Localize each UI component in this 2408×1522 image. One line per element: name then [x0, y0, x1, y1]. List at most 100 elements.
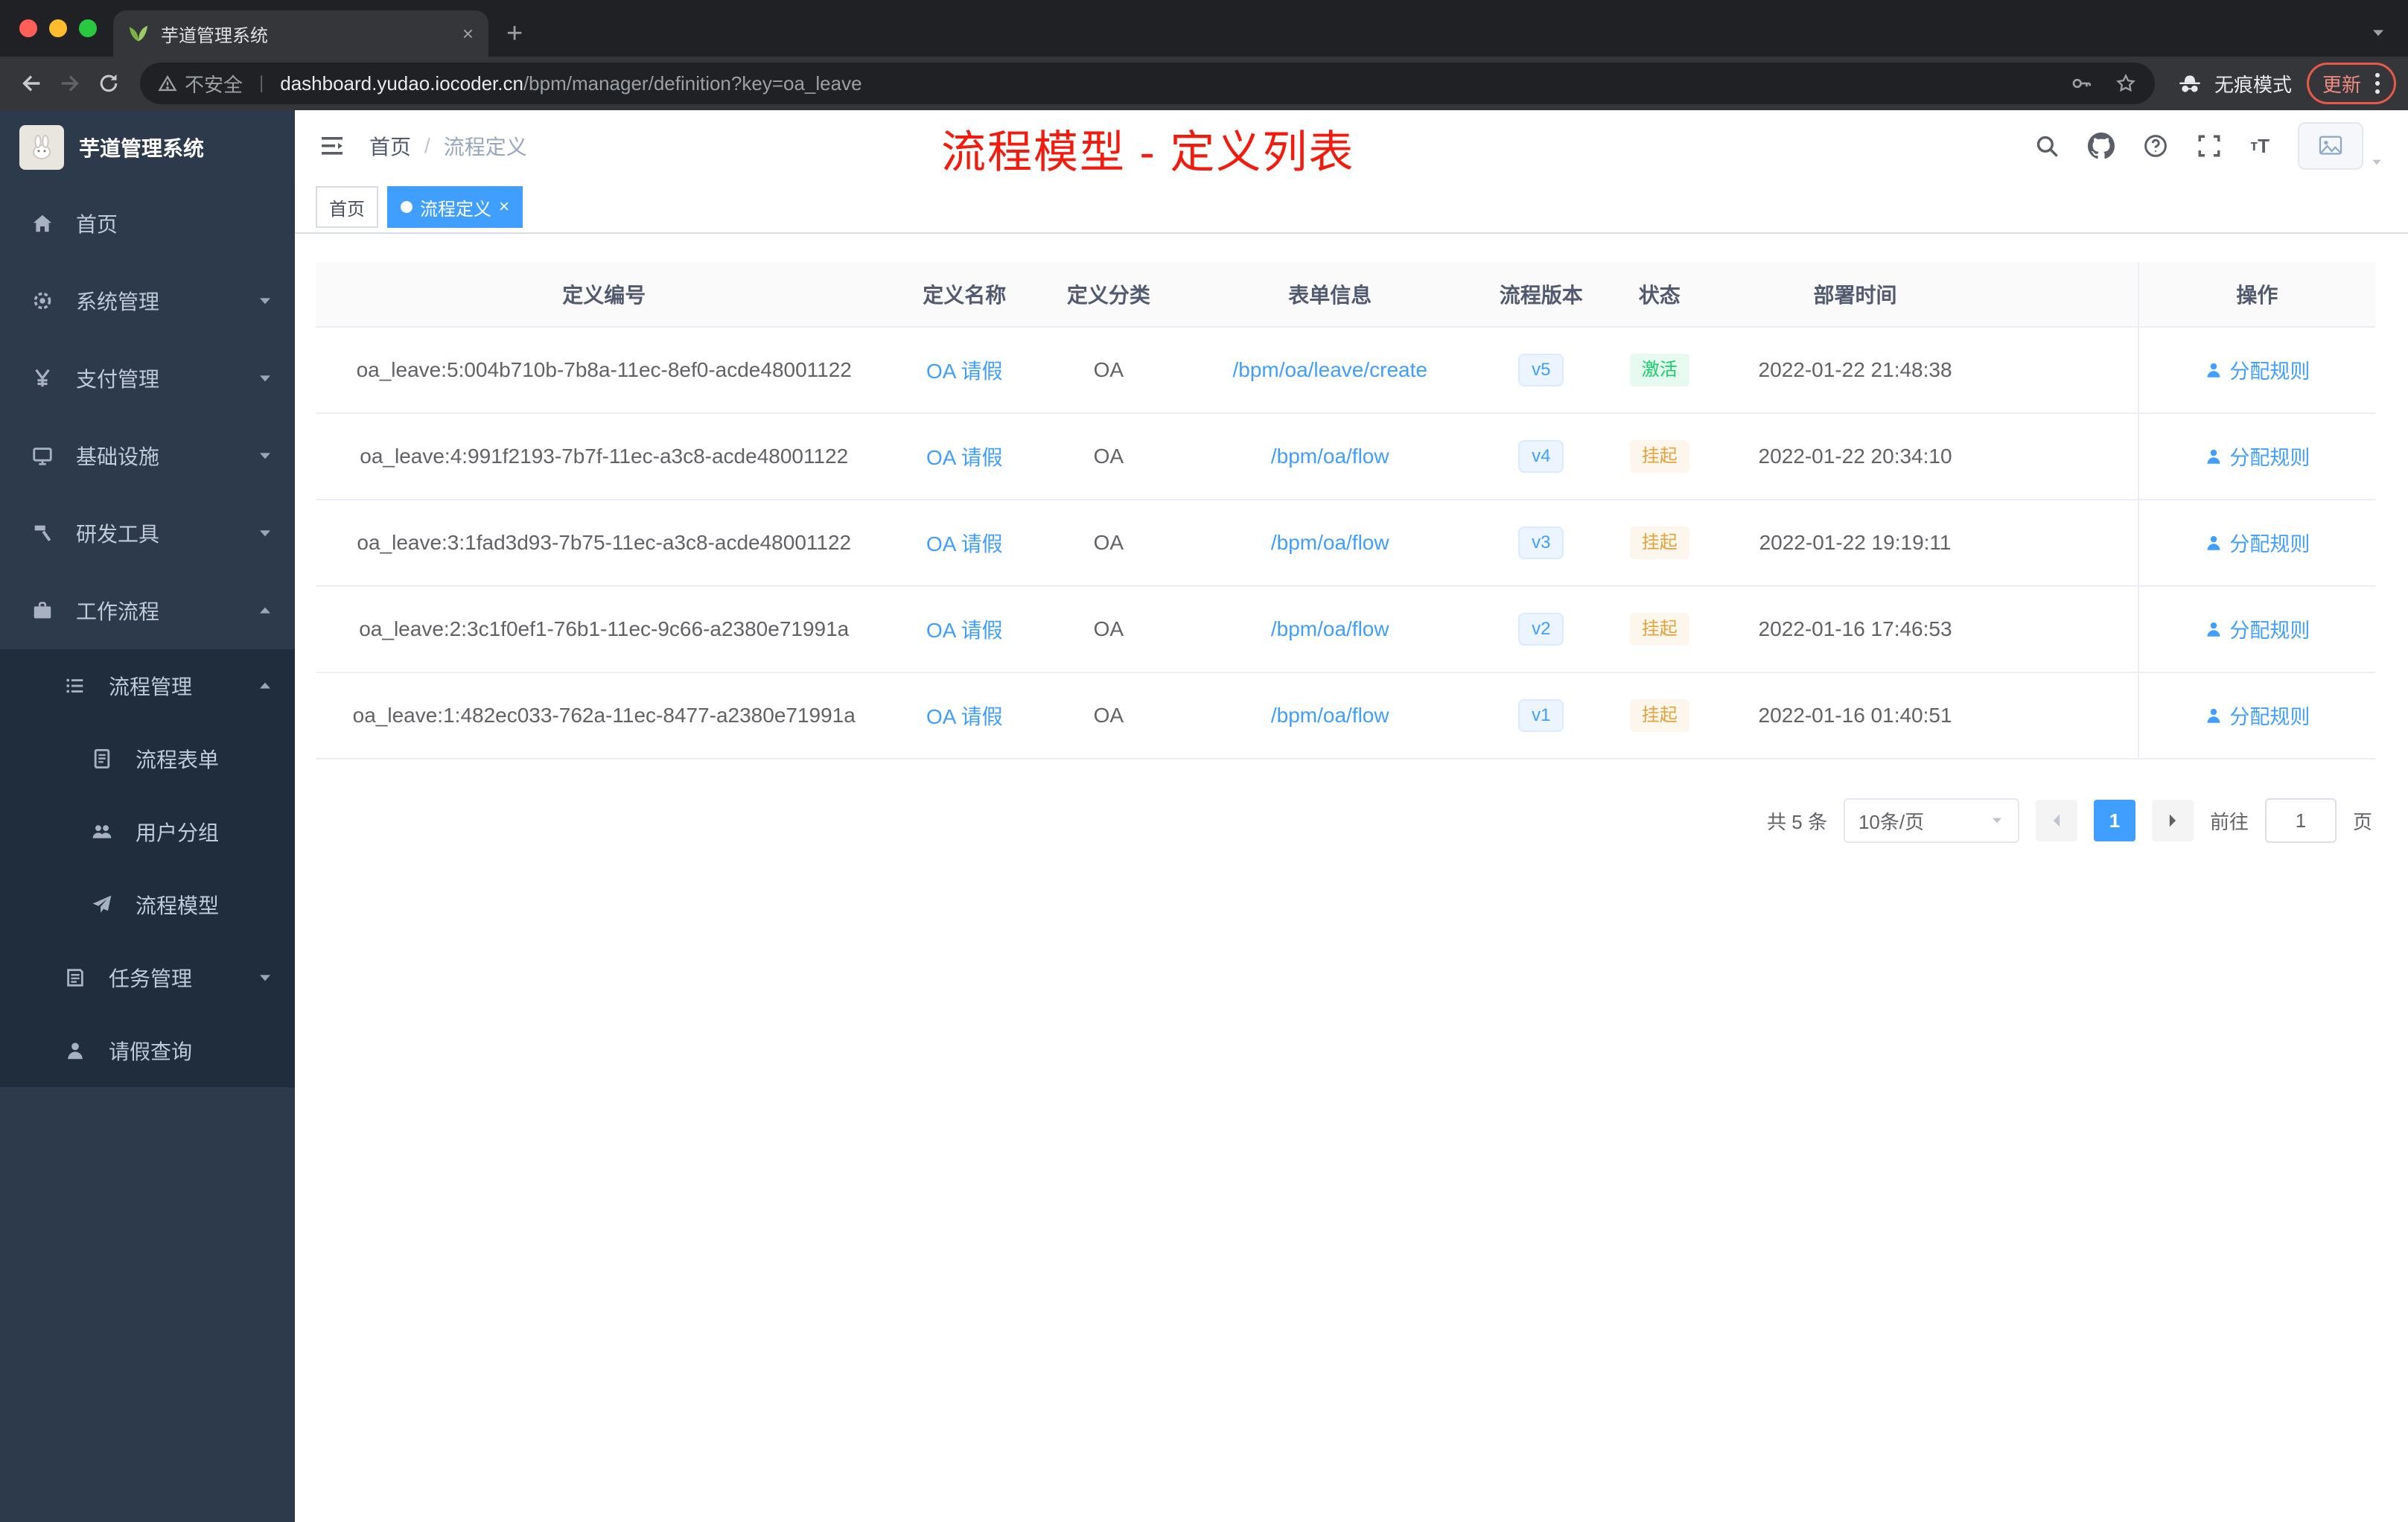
sidebar-item[interactable]: 任务管理 — [0, 941, 295, 1014]
github-icon[interactable] — [2088, 133, 2115, 159]
security-indicator[interactable]: 不安全 — [158, 70, 243, 98]
chevron-down-icon — [1990, 813, 2004, 828]
zoom-window-button[interactable] — [79, 19, 97, 37]
tag-close-icon[interactable]: × — [499, 198, 509, 216]
goto-page-input[interactable] — [2264, 798, 2337, 843]
close-window-button[interactable] — [19, 19, 37, 37]
assign-rule-link[interactable]: 分配规则 — [2204, 355, 2310, 384]
tag-item[interactable]: 首页 — [316, 186, 378, 228]
incognito-label: 无痕模式 — [2214, 73, 2292, 96]
page-content: 定义编号 定义名称 定义分类 表单信息 流程版本 状态 部署时间 操作 oa_leave:5:… — [295, 234, 2408, 1522]
form-info-link[interactable]: /bpm/oa/leave/create — [1232, 358, 1427, 381]
assign-rule-link[interactable]: 分配规则 — [2204, 701, 2310, 730]
sidebar-item[interactable]: 流程管理 — [0, 649, 295, 722]
version-badge: v4 — [1518, 440, 1564, 473]
form-info-link[interactable]: /bpm/oa/flow — [1271, 531, 1389, 554]
sidebar-item[interactable]: 研发工具 — [0, 494, 295, 572]
sidebar-menu: 首页 系统管理 支付管理 基础设施 研发工具 工作流程 流程管理 流程表单 用户… — [0, 185, 295, 1087]
column-header: 部署时间 — [1716, 262, 1995, 328]
help-icon[interactable] — [2143, 133, 2168, 159]
tags-view-bar: 首页 流程定义 × — [295, 182, 2408, 234]
breadcrumb-separator: / — [424, 134, 430, 157]
forward-icon[interactable] — [51, 64, 89, 103]
chevron-up-icon — [256, 677, 274, 695]
definition-name-link[interactable]: OA 请假 — [926, 619, 1003, 642]
sidebar-item[interactable]: 系统管理 — [0, 262, 295, 340]
sidebar: 芋道管理系统 首页 系统管理 支付管理 基础设施 研发工具 工作流程 流程管理 … — [0, 110, 295, 1522]
page-number-button[interactable]: 1 — [2093, 800, 2135, 841]
address-bar[interactable]: 不安全 | dashboard.yudao.iocoder.cn/bpm/man… — [140, 63, 2155, 104]
page-size-value: 10条/页 — [1858, 810, 1925, 833]
sidebar-item[interactable]: 支付管理 — [0, 340, 295, 417]
fullscreen-icon[interactable] — [2197, 133, 2222, 159]
sidebar-item-label: 用户分组 — [136, 821, 220, 844]
tab-close-icon[interactable]: × — [462, 24, 474, 43]
back-icon[interactable] — [12, 64, 51, 103]
page-size-select[interactable]: 10条/页 — [1843, 798, 2019, 843]
minimize-window-button[interactable] — [49, 19, 67, 37]
gear-icon — [30, 290, 55, 312]
sidebar-item-label: 流程管理 — [109, 675, 193, 698]
sidebar-item[interactable]: 流程表单 — [0, 722, 295, 795]
assign-rule-link[interactable]: 分配规则 — [2204, 614, 2310, 643]
app-logo[interactable]: 芋道管理系统 — [0, 110, 295, 185]
definition-name-link[interactable]: OA 请假 — [926, 446, 1003, 469]
sidebar-collapse-icon[interactable] — [319, 133, 345, 159]
tag-label: 首页 — [329, 199, 365, 220]
search-icon[interactable] — [2034, 133, 2060, 159]
tag-item[interactable]: 流程定义 × — [387, 186, 523, 228]
form-info-link[interactable]: /bpm/oa/flow — [1271, 704, 1389, 727]
assign-rule-label: 分配规则 — [2229, 360, 2310, 383]
row-spacer — [1994, 500, 2138, 587]
assign-rule-link[interactable]: 分配规则 — [2204, 442, 2310, 471]
sidebar-item[interactable]: 请假查询 — [0, 1014, 295, 1087]
reload-icon[interactable] — [89, 64, 128, 103]
update-button[interactable]: 更新 — [2306, 63, 2396, 104]
status-badge: 挂起 — [1629, 613, 1689, 646]
next-page-button[interactable] — [2151, 800, 2194, 841]
tools-icon — [30, 522, 55, 544]
user-avatar[interactable] — [2298, 122, 2384, 170]
form-info-link[interactable]: /bpm/oa/flow — [1271, 445, 1389, 468]
form-info-link[interactable]: /bpm/oa/flow — [1271, 617, 1389, 640]
screen: 芋道管理系统 × + 不安全 | dashboard.yudao.iocoder… — [0, 0, 2408, 1522]
sidebar-item[interactable]: 用户分组 — [0, 795, 295, 868]
bookmark-star-icon[interactable] — [2115, 72, 2137, 95]
browser-tab[interactable]: 芋道管理系统 × — [113, 10, 488, 57]
chevron-down-icon — [256, 969, 274, 987]
definition-name-link[interactable]: OA 请假 — [926, 532, 1003, 555]
browser-toolbar: 不安全 | dashboard.yudao.iocoder.cn/bpm/man… — [0, 57, 2408, 110]
new-tab-button[interactable]: + — [506, 19, 523, 48]
sidebar-item[interactable]: 首页 — [0, 185, 295, 262]
table-row: oa_leave:4:991f2193-7b7f-11ec-a3c8-acde4… — [316, 413, 2375, 500]
process-icon — [63, 675, 88, 697]
definition-id: oa_leave:3:1fad3d93-7b75-11ec-a3c8-acde4… — [357, 531, 852, 554]
assign-rule-label: 分配规则 — [2229, 533, 2310, 556]
yen-icon — [30, 367, 55, 389]
column-spacer — [1994, 262, 2138, 328]
assign-rule-link[interactable]: 分配规则 — [2204, 528, 2310, 557]
breadcrumb-home[interactable]: 首页 — [369, 131, 411, 161]
definition-name-link[interactable]: OA 请假 — [926, 360, 1003, 383]
definition-name-link[interactable]: OA 请假 — [926, 705, 1003, 728]
prev-page-button[interactable] — [2035, 800, 2077, 841]
avatar-image-placeholder — [2298, 122, 2363, 170]
table-body: oa_leave:5:004b710b-7b8a-11ec-8ef0-acde4… — [316, 327, 2375, 760]
sidebar-item-label: 流程表单 — [136, 748, 220, 771]
password-key-icon[interactable] — [2070, 71, 2094, 95]
deploy-time: 2022-01-22 20:34:10 — [1758, 445, 1952, 468]
tab-search-chevron-icon[interactable] — [2369, 24, 2387, 42]
browser-menu-icon[interactable] — [2374, 71, 2380, 95]
sidebar-item[interactable]: 基础设施 — [0, 417, 295, 494]
row-spacer — [1994, 413, 2138, 500]
window-controls — [19, 19, 97, 37]
sidebar-item[interactable]: 流程模型 — [0, 868, 295, 941]
page-unit-label: 页 — [2352, 810, 2372, 833]
sidebar-item-label: 系统管理 — [76, 290, 160, 313]
font-size-icon[interactable]: тT — [2250, 135, 2270, 158]
chevron-down-icon — [256, 524, 274, 542]
sidebar-item[interactable]: 工作流程 — [0, 572, 295, 649]
table-row: oa_leave:3:1fad3d93-7b75-11ec-a3c8-acde4… — [316, 500, 2375, 587]
definition-id: oa_leave:4:991f2193-7b7f-11ec-a3c8-acde4… — [360, 445, 849, 468]
user-icon — [63, 1039, 88, 1062]
